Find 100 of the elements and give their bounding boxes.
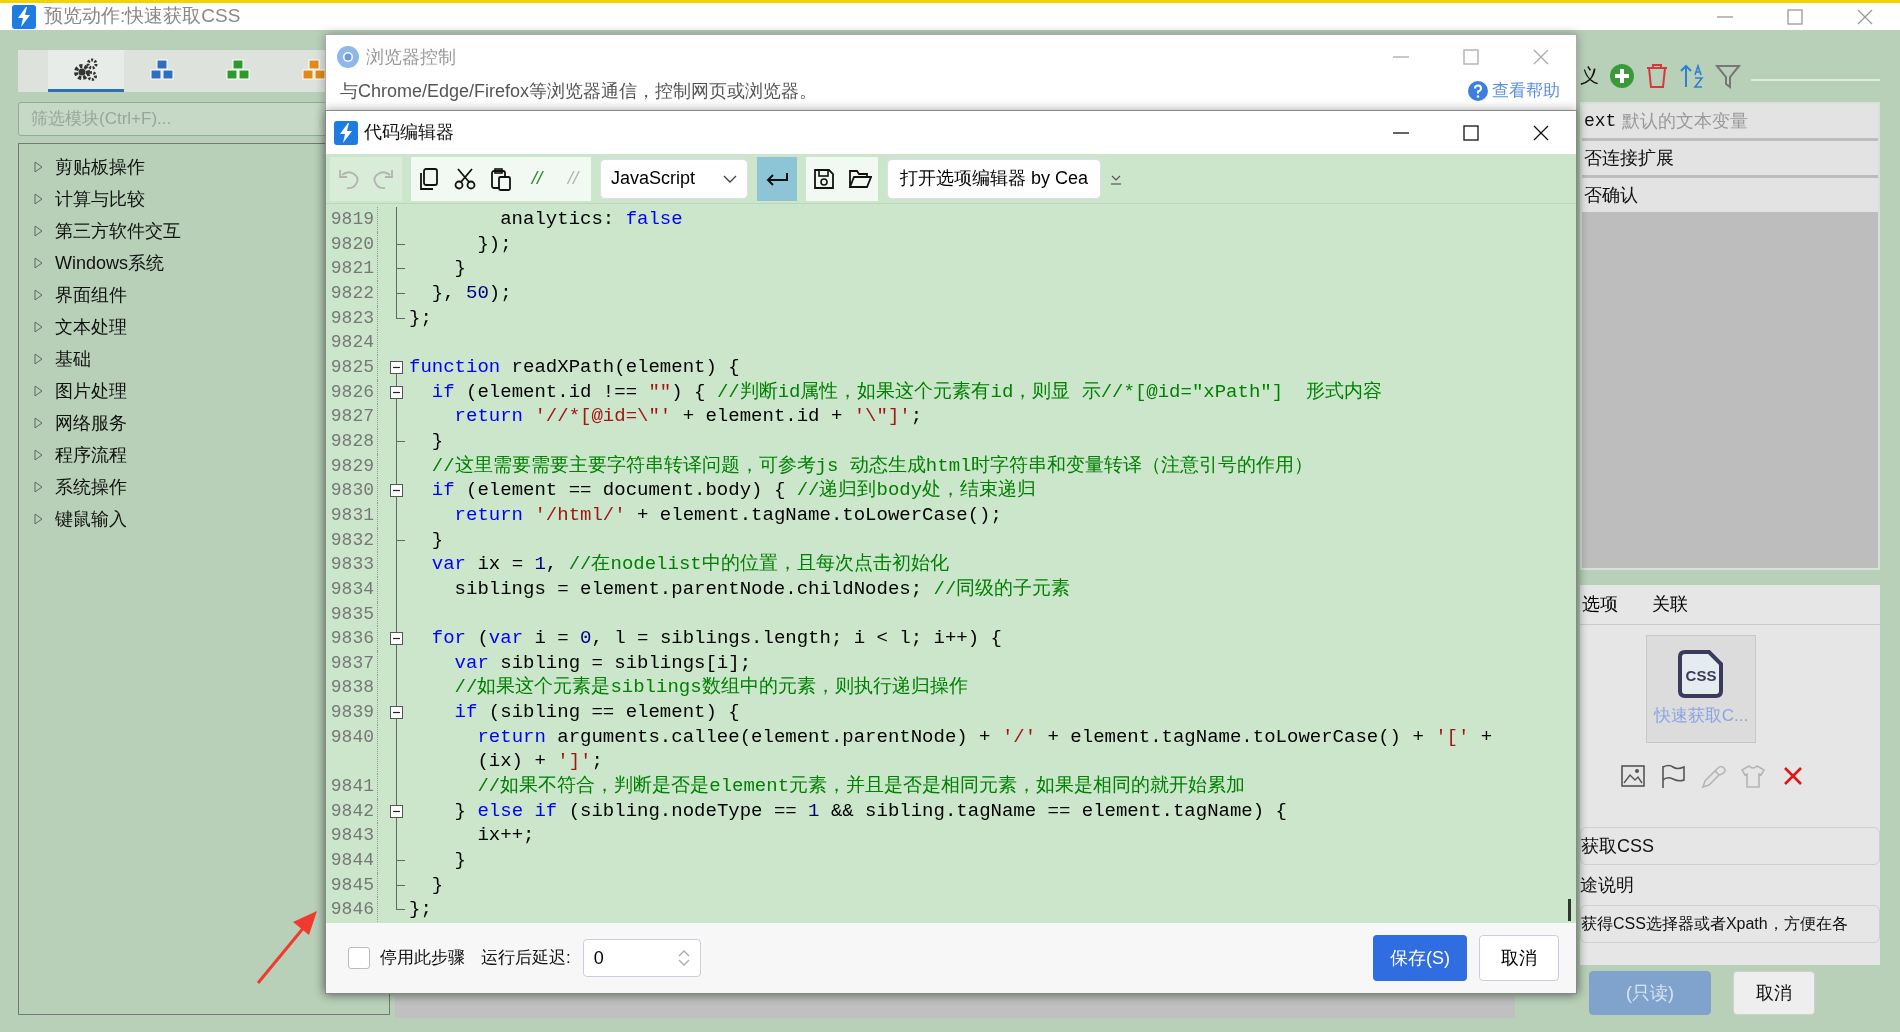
minimize-icon (1393, 56, 1409, 58)
minimize-icon (1717, 15, 1733, 18)
tree-item[interactable]: 键鼠输入 (55, 505, 127, 533)
line-number: 9829 (326, 453, 378, 479)
window-title: 预览动作:快速获取CSS (44, 4, 241, 29)
shirt-icon (1740, 763, 1766, 789)
expand-arrow-icon[interactable] (33, 481, 45, 493)
tree-item[interactable]: Windows系统 (55, 249, 165, 277)
code-line: }; (409, 897, 433, 923)
line-number: 9834 (326, 576, 378, 602)
line-number: 9827 (326, 404, 378, 429)
collapse-icon[interactable] (390, 360, 403, 374)
expand-arrow-icon[interactable] (33, 513, 45, 525)
expand-arrow-icon[interactable] (33, 353, 45, 365)
flag-button[interactable] (1660, 763, 1686, 789)
tab[interactable]: 关联 (1652, 591, 1688, 618)
tree-item[interactable]: 剪贴板操作 (55, 153, 145, 181)
name-field[interactable]: 获取CSS (1580, 827, 1880, 865)
image-icon (1620, 763, 1646, 789)
comment-button[interactable]: // (519, 156, 555, 201)
expand-arrow-icon[interactable] (33, 417, 45, 429)
line-number: 9843 (326, 823, 378, 849)
options-editor-button[interactable]: 打开选项编辑器 by Cea (887, 158, 1102, 199)
field-label: 运行后延迟: (481, 947, 571, 970)
collapse-icon[interactable] (390, 632, 403, 646)
collapse-icon[interactable] (390, 804, 403, 818)
clipboard-icon (489, 166, 513, 191)
code-line: } (430, 428, 445, 454)
expand-arrow-icon[interactable] (33, 321, 45, 333)
delay-field[interactable]: 0 (582, 939, 701, 977)
code-line: } (430, 527, 445, 553)
line-number: 9826 (326, 379, 378, 405)
expand-arrow-icon[interactable] (33, 449, 45, 461)
tree-item[interactable]: 图片处理 (55, 377, 127, 405)
sort-icon[interactable] (1679, 63, 1705, 89)
code-line: if (sibling == element) { (453, 700, 741, 725)
variable-row[interactable]: 否确认 (1582, 178, 1878, 212)
help-icon (1468, 81, 1488, 101)
tree-item[interactable]: 程序流程 (55, 441, 127, 469)
variable-row[interactable]: 否连接扩展 (1582, 141, 1878, 175)
collapse-icon[interactable] (390, 484, 403, 498)
code-editor[interactable] (326, 204, 1576, 923)
description-field[interactable]: 获得CSS选择器或者Xpath，方便在各 (1580, 905, 1880, 943)
expand-arrow-icon[interactable] (33, 193, 45, 205)
line-number: 9841 (326, 774, 378, 799)
code-line: //如果不符合，判断是否是element元素，并且是否是相同元素，如果是相同的就开始累加 (476, 774, 1247, 799)
cancel-button[interactable]: 取消 (1479, 935, 1559, 981)
filter-icon[interactable] (1715, 63, 1741, 89)
code-line: var ix = 1, //在nodelist中的位置，且每次点击初始化 (430, 552, 950, 577)
spin-arrows-icon[interactable] (676, 948, 691, 968)
line-number: 9819 (326, 207, 378, 232)
variable-name: 否确认 (1584, 183, 1638, 207)
checkbox-label: 停用此步骤 (380, 947, 465, 970)
action-tile[interactable]: CSS 快速获取C... (1646, 635, 1756, 743)
tab[interactable]: 选项 (1582, 591, 1618, 618)
expand-arrow-icon[interactable] (33, 257, 45, 269)
tree-item[interactable]: 界面组件 (55, 281, 127, 309)
line-number: 9832 (326, 527, 378, 553)
code-line: }; (409, 305, 433, 331)
tree-item[interactable]: 计算与比较 (55, 185, 145, 213)
tree-item[interactable]: 文本处理 (55, 313, 127, 341)
tree-item[interactable]: 第三方软件交互 (55, 217, 181, 245)
expand-arrow-icon[interactable] (33, 385, 45, 397)
chevron-down-icon (723, 173, 737, 184)
wrap-button[interactable] (757, 156, 797, 201)
expand-arrow-icon[interactable] (33, 225, 45, 237)
line-number: 9828 (326, 428, 378, 454)
code-line: return '//*[@id=\"' + element.id + '\"]'; (453, 404, 924, 429)
code-line: return '/html/' + element.tagName.toLowerCase(); (453, 502, 1003, 528)
minimize-icon (1393, 131, 1409, 134)
code-line: for (var i = 0, l = siblings.length; i < l; i++) { (430, 626, 1003, 651)
code-line: function readXPath(element) { (409, 354, 741, 380)
expand-arrow-icon[interactable] (33, 289, 45, 301)
maximize-icon (1461, 47, 1481, 67)
add-icon[interactable] (1609, 63, 1635, 89)
section-label: 义 (1580, 63, 1599, 88)
variable-description: 默认的文本变量 (1622, 109, 1749, 133)
line-number: 9846 (326, 897, 378, 923)
flag-icon (1660, 763, 1686, 789)
tree-item[interactable]: 网络服务 (55, 409, 127, 437)
trash-icon[interactable] (1645, 63, 1669, 89)
module-tab[interactable] (48, 50, 124, 92)
cancel-button[interactable]: 取消 (1733, 971, 1815, 1015)
expand-arrow-icon[interactable] (33, 161, 45, 173)
variable-row[interactable]: ext 默认的文本变量 (1582, 104, 1878, 138)
collapse-icon[interactable] (390, 385, 403, 399)
code-line: } (430, 872, 445, 898)
checkbox[interactable] (348, 947, 370, 969)
scrollbar-thumb[interactable] (1568, 899, 1571, 921)
tree-item[interactable]: 基础 (55, 345, 91, 373)
scissors-icon (453, 166, 477, 191)
collapse-icon[interactable] (390, 706, 403, 720)
language-dropdown[interactable]: JavaScript (600, 158, 748, 199)
image-button[interactable] (1620, 763, 1646, 789)
tree-item[interactable]: 系统操作 (55, 473, 127, 501)
line-number: 9844 (326, 848, 378, 873)
app-logo-icon (334, 120, 358, 145)
line-number: 9833 (326, 552, 378, 577)
line-number: 9845 (326, 872, 378, 898)
save-button[interactable]: 保存(S) (1373, 935, 1467, 981)
